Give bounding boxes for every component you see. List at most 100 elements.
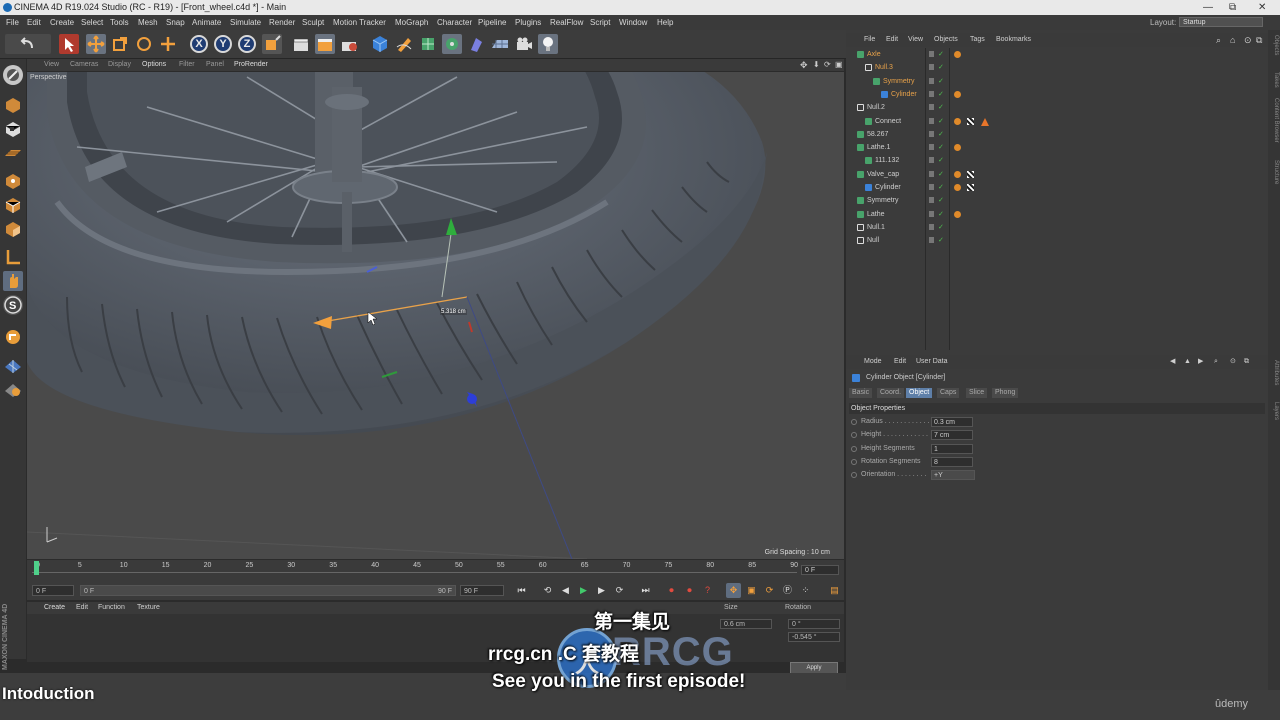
om-home-icon[interactable]: ⌂	[1230, 33, 1235, 47]
record-scale-button[interactable]: ▣	[744, 583, 759, 598]
cube-primitive-button[interactable]	[370, 34, 390, 54]
phong-tag-icon[interactable]	[954, 210, 961, 218]
render-view-button[interactable]	[291, 34, 311, 54]
goto-start-button[interactable]: ⏮	[514, 583, 529, 598]
record-parameter-button[interactable]: Ⓟ	[780, 583, 795, 598]
menu-motion-tracker[interactable]: Motion Tracker	[333, 15, 386, 30]
menu-mesh[interactable]: Mesh	[138, 15, 158, 30]
goto-end-button[interactable]: ⏭	[638, 583, 653, 598]
tab-caps[interactable]: Caps	[937, 388, 960, 398]
visibility-flags[interactable]: ✓	[927, 51, 944, 58]
object-row[interactable]: Symmetry ✓	[847, 194, 1267, 207]
menu-plugins[interactable]: Plugins	[515, 15, 541, 30]
mat-menu-texture[interactable]: Texture	[137, 602, 160, 614]
mat-menu-create[interactable]: Create	[44, 602, 65, 614]
vp-move-icon[interactable]: ✥	[800, 59, 808, 71]
vp-maximize-icon[interactable]: ▣	[835, 59, 843, 71]
property-value-field[interactable]: 1	[931, 443, 973, 454]
object-row[interactable]: Connect ✓	[847, 115, 1267, 128]
workplane-lock-button[interactable]	[3, 355, 23, 375]
attr-menu-edit[interactable]: Edit	[894, 355, 906, 369]
visibility-flags[interactable]: ✓	[927, 210, 944, 218]
keyframe-selection-button[interactable]: ?	[700, 583, 715, 598]
timeline-window-button[interactable]: ▤	[827, 583, 842, 598]
attr-menu-user-data[interactable]: User Data	[916, 355, 948, 369]
visibility-flags[interactable]: ✓	[927, 117, 944, 125]
texture-tag-icon[interactable]	[967, 170, 974, 178]
animate-dot-icon[interactable]	[851, 419, 857, 425]
tab-object[interactable]: Object	[906, 388, 933, 398]
strip-tab-attributes[interactable]: Attributes	[1269, 360, 1279, 385]
vp-menu-filter[interactable]: Filter	[179, 59, 195, 71]
om-new-window-icon[interactable]: ⧉	[1256, 33, 1262, 47]
object-row[interactable]: 58.267 ✓	[847, 128, 1267, 141]
tab-basic[interactable]: Basic	[849, 388, 873, 398]
undo-button[interactable]	[5, 34, 51, 54]
next-frame-button[interactable]: ▶	[594, 583, 609, 598]
coord-rot-p-field[interactable]: -0.545 °	[788, 632, 840, 642]
recent-tools-button[interactable]	[158, 34, 178, 54]
object-row[interactable]: Null.2 ✓	[847, 101, 1267, 114]
object-row[interactable]: Null.1 ✓	[847, 221, 1267, 234]
tab-slice[interactable]: Slice	[966, 388, 988, 398]
animate-dot-icon[interactable]	[851, 432, 857, 439]
om-menu-view[interactable]: View	[908, 33, 923, 47]
render-settings-button[interactable]	[339, 34, 359, 54]
visibility-flags[interactable]: ✓	[927, 170, 944, 178]
attr-back-icon[interactable]: ◀	[1170, 355, 1175, 369]
vp-zoom-icon[interactable]: ⬇	[813, 59, 820, 71]
edges-mode-button[interactable]	[3, 195, 23, 215]
phong-tag-icon[interactable]	[954, 117, 961, 125]
rotate-tool-button[interactable]	[134, 34, 154, 54]
floor-button[interactable]	[490, 34, 510, 54]
autokey-button[interactable]: ⏺	[682, 583, 697, 598]
visibility-flags[interactable]: ✓	[927, 104, 944, 111]
layout-select[interactable]: Startup	[1179, 17, 1263, 27]
menu-mograph[interactable]: MoGraph	[395, 15, 428, 30]
om-up-icon[interactable]: ⊙	[1244, 33, 1252, 47]
menu-edit[interactable]: Edit	[27, 15, 41, 30]
strip-tab-takes[interactable]: Takes	[1269, 72, 1279, 88]
object-row[interactable]: Symmetry ✓	[847, 75, 1267, 88]
tab-phong[interactable]: Phong	[992, 388, 1019, 398]
attr-forward-icon[interactable]: ▶	[1198, 355, 1203, 369]
current-frame-field[interactable]: 0 F	[801, 565, 839, 575]
visibility-flags[interactable]: ✓	[927, 77, 944, 85]
visibility-flags[interactable]: ✓	[927, 130, 944, 138]
visibility-flags[interactable]: ✓	[927, 144, 944, 151]
start-frame-field[interactable]: 0 F	[32, 585, 74, 596]
menu-tools[interactable]: Tools	[110, 15, 129, 30]
quantize-button[interactable]	[3, 379, 23, 399]
live-selection-button[interactable]	[59, 34, 79, 54]
property-value-field[interactable]: 7 cm	[931, 430, 973, 441]
array-button[interactable]	[442, 34, 462, 54]
property-value-field[interactable]: +Y	[931, 470, 975, 481]
menu-snap[interactable]: Snap	[166, 15, 185, 30]
om-menu-tags[interactable]: Tags	[970, 33, 985, 47]
goto-next-key-button[interactable]: ⟳	[612, 583, 627, 598]
object-row[interactable]: 111.132 ✓	[847, 154, 1267, 167]
coord-size-x-field[interactable]: 0.6 cm	[720, 619, 772, 629]
pen-spline-button[interactable]	[394, 34, 414, 54]
visibility-flags[interactable]: ✓	[927, 64, 944, 71]
object-row[interactable]: Cylinder ✓	[847, 88, 1267, 101]
3d-viewport[interactable]: Perspective 5.318 cm Grid Spacing : 10 c…	[27, 72, 844, 559]
vp-menu-cameras[interactable]: Cameras	[70, 59, 98, 71]
visibility-flags[interactable]: ✓	[927, 157, 944, 164]
restore-button[interactable]: ⧉	[1229, 0, 1236, 15]
texture-tag-icon[interactable]	[967, 184, 974, 191]
mat-menu-edit[interactable]: Edit	[76, 602, 88, 614]
texture-tag-icon[interactable]	[967, 117, 974, 125]
menu-create[interactable]: Create	[50, 15, 74, 30]
phong-tag-icon[interactable]	[954, 170, 961, 178]
vp-menu-prorender[interactable]: ProRender	[234, 59, 268, 71]
object-manager-list[interactable]: Axle ✓ Null.3 ✓ Symmetry ✓ Cylinder ✓ Null.2 ✓ Con…	[847, 48, 1267, 350]
mat-menu-function[interactable]: Function	[98, 602, 125, 614]
property-value-field[interactable]: 0.3 cm	[931, 417, 973, 427]
animate-dot-icon[interactable]	[851, 458, 857, 465]
strip-tab-structure[interactable]: Structure	[1269, 160, 1279, 184]
range-slider[interactable]: 0 F 90 F	[80, 585, 456, 596]
scale-tool-button[interactable]	[110, 34, 130, 54]
render-to-picture-viewer-button[interactable]	[315, 34, 335, 54]
om-menu-edit[interactable]: Edit	[886, 33, 898, 47]
